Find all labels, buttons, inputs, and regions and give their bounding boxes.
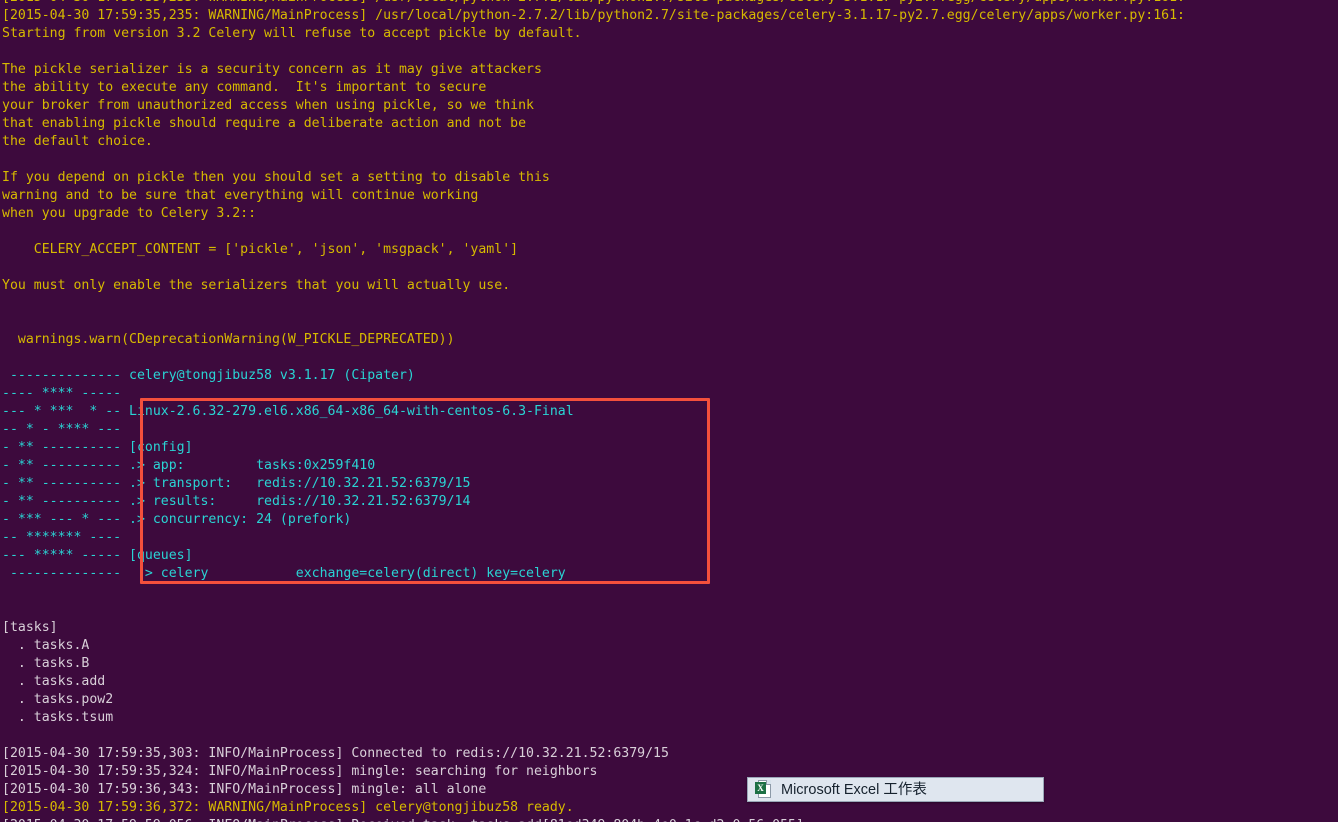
tooltip-label: Microsoft Excel 工作表 xyxy=(781,781,927,798)
terminal-line: -------------- .> celery exchange=celery… xyxy=(2,566,566,581)
terminal-line: ---- **** ----- xyxy=(2,386,122,401)
terminal-line: -- * - **** --- xyxy=(2,422,122,437)
terminal-line: [2015-04-30 17:59:36,343: INFO/MainProce… xyxy=(2,782,487,797)
excel-x-badge: X xyxy=(755,782,766,794)
terminal-line: If you depend on pickle then you should … xyxy=(2,170,550,185)
terminal-line: . tasks.add xyxy=(2,674,106,689)
terminal-line: . tasks.tsum xyxy=(2,710,114,725)
terminal-line: [2015-04-30 17:59:35,235: WARNING/MainPr… xyxy=(2,8,1185,23)
terminal-line: that enabling pickle should require a de… xyxy=(2,116,527,131)
terminal-line: The pickle serializer is a security conc… xyxy=(2,62,542,77)
terminal-line: Starting from version 3.2 Celery will re… xyxy=(2,26,582,41)
excel-file-tooltip: X Microsoft Excel 工作表 xyxy=(747,777,1044,802)
terminal-line: . tasks.pow2 xyxy=(2,692,114,707)
excel-document-icon: X xyxy=(755,780,772,799)
terminal-line: - ** ---------- .> transport: redis://10… xyxy=(2,476,471,491)
terminal-line: [2015-04-30 17:59:36,372: WARNING/MainPr… xyxy=(2,800,574,815)
terminal-line: warning and to be sure that everything w… xyxy=(2,188,479,203)
terminal-line: [2015-04-30 17:59:59,056: INFO/MainProce… xyxy=(2,817,1338,822)
terminal-line: - ** ---------- .> app: tasks:0x259f410 xyxy=(2,458,376,473)
terminal-line: your broker from unauthorized access whe… xyxy=(2,98,534,113)
terminal-line: [2015-04-30 17:59:35,235: WARNING/MainPr… xyxy=(2,0,1338,7)
terminal-line: CELERY_ACCEPT_CONTENT = ['pickle', 'json… xyxy=(2,242,519,257)
terminal-line: - ** ---------- .> results: redis://10.3… xyxy=(2,494,471,509)
terminal-line: warnings.warn(CDeprecationWarning(W_PICK… xyxy=(2,332,455,347)
terminal-line: --- ***** ----- [queues] xyxy=(2,548,193,563)
terminal-line: --- * *** * -- Linux-2.6.32-279.el6.x86_… xyxy=(2,404,574,419)
terminal-line: - ** ---------- [config] xyxy=(2,440,193,455)
terminal-line: the default choice. xyxy=(2,134,153,149)
terminal-line: [2015-04-30 17:59:35,324: INFO/MainProce… xyxy=(2,764,598,779)
terminal-line: [2015-04-30 17:59:35,303: INFO/MainProce… xyxy=(2,746,669,761)
terminal-line: You must only enable the serializers tha… xyxy=(2,278,511,293)
terminal-line: . tasks.B xyxy=(2,656,90,671)
terminal-line: when you upgrade to Celery 3.2:: xyxy=(2,206,257,221)
terminal-line: [tasks] xyxy=(2,620,58,635)
terminal-output[interactable]: [2015-04-30 17:59:35,235: WARNING/MainPr… xyxy=(0,0,1338,822)
terminal-screen: [2015-04-30 17:59:35,235: WARNING/MainPr… xyxy=(0,0,1338,822)
terminal-line: . tasks.A xyxy=(2,638,90,653)
terminal-line: -- ******* ---- xyxy=(2,530,122,545)
terminal-line: - *** --- * --- .> concurrency: 24 (pref… xyxy=(2,512,352,527)
terminal-line: -------------- celery@tongjibuz58 v3.1.1… xyxy=(2,368,415,383)
terminal-line: the ability to execute any command. It's… xyxy=(2,80,487,95)
